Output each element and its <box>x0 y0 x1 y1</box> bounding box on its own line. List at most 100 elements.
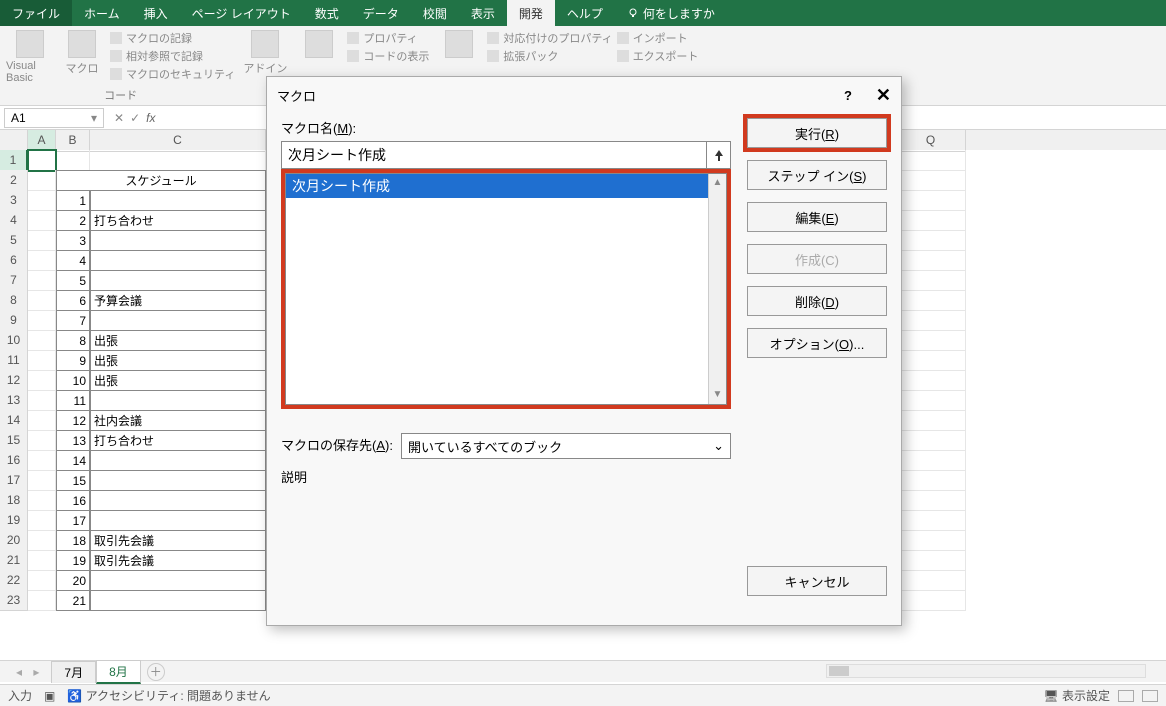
row-header[interactable]: 10 <box>0 330 28 351</box>
cell[interactable] <box>896 530 966 551</box>
row-header[interactable]: 21 <box>0 550 28 571</box>
options-button[interactable]: オプション(O)... <box>747 328 887 358</box>
day-number-cell[interactable]: 12 <box>56 410 90 431</box>
map-properties-button[interactable]: 対応付けのプロパティ <box>487 30 612 46</box>
cell[interactable] <box>28 450 56 471</box>
cell[interactable] <box>896 470 966 491</box>
cell[interactable] <box>896 270 966 291</box>
macro-list-item[interactable]: 次月シート作成 <box>286 174 726 198</box>
cell[interactable] <box>896 550 966 571</box>
dialog-titlebar[interactable]: マクロ ? ✕ <box>267 77 901 114</box>
edit-button[interactable]: 編集(E) <box>747 202 887 232</box>
cell[interactable] <box>896 410 966 431</box>
row-header[interactable]: 12 <box>0 370 28 391</box>
macro-name-input[interactable] <box>281 141 707 169</box>
schedule-cell[interactable]: 取引先会議 <box>90 550 266 571</box>
row-header[interactable]: 19 <box>0 510 28 531</box>
cell-a1[interactable] <box>28 150 56 171</box>
schedule-cell[interactable] <box>90 490 266 511</box>
visual-basic-button[interactable]: Visual Basic <box>6 30 54 84</box>
cell[interactable] <box>896 310 966 331</box>
cell[interactable] <box>28 510 56 531</box>
schedule-header-cell[interactable]: スケジュール <box>56 170 266 191</box>
cell[interactable] <box>28 390 56 411</box>
schedule-cell[interactable] <box>90 570 266 591</box>
cell[interactable] <box>896 350 966 371</box>
row-header[interactable]: 17 <box>0 470 28 491</box>
col-header-a[interactable]: A <box>28 130 56 152</box>
cell[interactable] <box>28 550 56 571</box>
sheet-nav-arrows[interactable]: ◂ ▸ <box>8 665 51 679</box>
display-settings-button[interactable]: 🖥 表示設定 <box>1043 687 1110 704</box>
cell[interactable] <box>28 370 56 391</box>
day-number-cell[interactable]: 4 <box>56 250 90 271</box>
macro-record-status-icon[interactable]: ▣ <box>44 689 55 703</box>
tab-page-layout[interactable]: ページ レイアウト <box>180 0 303 26</box>
tab-data[interactable]: データ <box>351 0 411 26</box>
cell[interactable] <box>28 570 56 591</box>
schedule-cell[interactable] <box>90 590 266 611</box>
tab-view[interactable]: 表示 <box>459 0 507 26</box>
macro-store-select[interactable]: 開いているすべてのブック ⌄ <box>401 433 731 459</box>
day-number-cell[interactable]: 7 <box>56 310 90 331</box>
cell[interactable] <box>28 590 56 611</box>
row-header[interactable]: 18 <box>0 490 28 511</box>
schedule-cell[interactable]: 出張 <box>90 370 266 391</box>
schedule-cell[interactable] <box>90 510 266 531</box>
day-number-cell[interactable]: 13 <box>56 430 90 451</box>
day-number-cell[interactable]: 9 <box>56 350 90 371</box>
row-header[interactable]: 6 <box>0 250 28 271</box>
row-header[interactable]: 13 <box>0 390 28 411</box>
row-header[interactable]: 2 <box>0 170 28 191</box>
tab-insert[interactable]: 挿入 <box>132 0 180 26</box>
dialog-help-icon[interactable]: ? <box>844 88 852 103</box>
step-in-button[interactable]: ステップ イン(S) <box>747 160 887 190</box>
schedule-cell[interactable]: 打ち合わせ <box>90 430 266 451</box>
row-header[interactable]: 15 <box>0 430 28 451</box>
cell[interactable] <box>896 290 966 311</box>
macro-list[interactable]: 次月シート作成 ▲ ▼ <box>285 173 727 405</box>
cell[interactable] <box>896 170 966 191</box>
enter-formula-icon[interactable]: ✓ <box>130 111 140 125</box>
schedule-cell[interactable] <box>90 310 266 331</box>
dialog-close-icon[interactable]: ✕ <box>876 85 891 106</box>
new-sheet-button[interactable]: ＋ <box>147 663 165 681</box>
tell-me[interactable]: 何をしますか <box>615 0 727 26</box>
schedule-cell[interactable]: 出張 <box>90 330 266 351</box>
delete-button[interactable]: 削除(D) <box>747 286 887 316</box>
row-header[interactable]: 4 <box>0 210 28 231</box>
export-button[interactable]: エクスポート <box>617 48 699 64</box>
view-code-button[interactable]: コードの表示 <box>347 48 429 64</box>
row-header[interactable]: 23 <box>0 590 28 611</box>
normal-view-icon[interactable] <box>1118 690 1134 702</box>
day-number-cell[interactable]: 20 <box>56 570 90 591</box>
schedule-cell[interactable]: 取引先会議 <box>90 530 266 551</box>
source-button[interactable] <box>435 30 483 60</box>
row-header[interactable]: 7 <box>0 270 28 291</box>
import-button[interactable]: インポート <box>617 30 699 46</box>
day-number-cell[interactable]: 15 <box>56 470 90 491</box>
run-button[interactable]: 実行(R) <box>747 118 887 148</box>
row-header[interactable]: 22 <box>0 570 28 591</box>
schedule-cell[interactable] <box>90 270 266 291</box>
day-number-cell[interactable]: 18 <box>56 530 90 551</box>
schedule-cell[interactable] <box>90 470 266 491</box>
schedule-cell[interactable] <box>90 230 266 251</box>
cell[interactable] <box>896 250 966 271</box>
cell[interactable] <box>896 370 966 391</box>
row-header[interactable]: 14 <box>0 410 28 431</box>
cell[interactable] <box>896 510 966 531</box>
row-header[interactable]: 9 <box>0 310 28 331</box>
expansion-pack-button[interactable]: 拡張パック <box>487 48 612 64</box>
cell[interactable] <box>896 210 966 231</box>
col-header-b[interactable]: B <box>56 130 90 152</box>
relative-ref-button[interactable]: 相対参照で記録 <box>110 48 235 64</box>
select-all-corner[interactable] <box>0 130 28 152</box>
tab-home[interactable]: ホーム <box>72 0 132 26</box>
schedule-cell[interactable] <box>90 390 266 411</box>
macro-list-scrollbar[interactable]: ▲ ▼ <box>708 174 726 404</box>
cell[interactable] <box>28 470 56 491</box>
day-number-cell[interactable]: 16 <box>56 490 90 511</box>
schedule-cell[interactable]: 打ち合わせ <box>90 210 266 231</box>
day-number-cell[interactable]: 11 <box>56 390 90 411</box>
